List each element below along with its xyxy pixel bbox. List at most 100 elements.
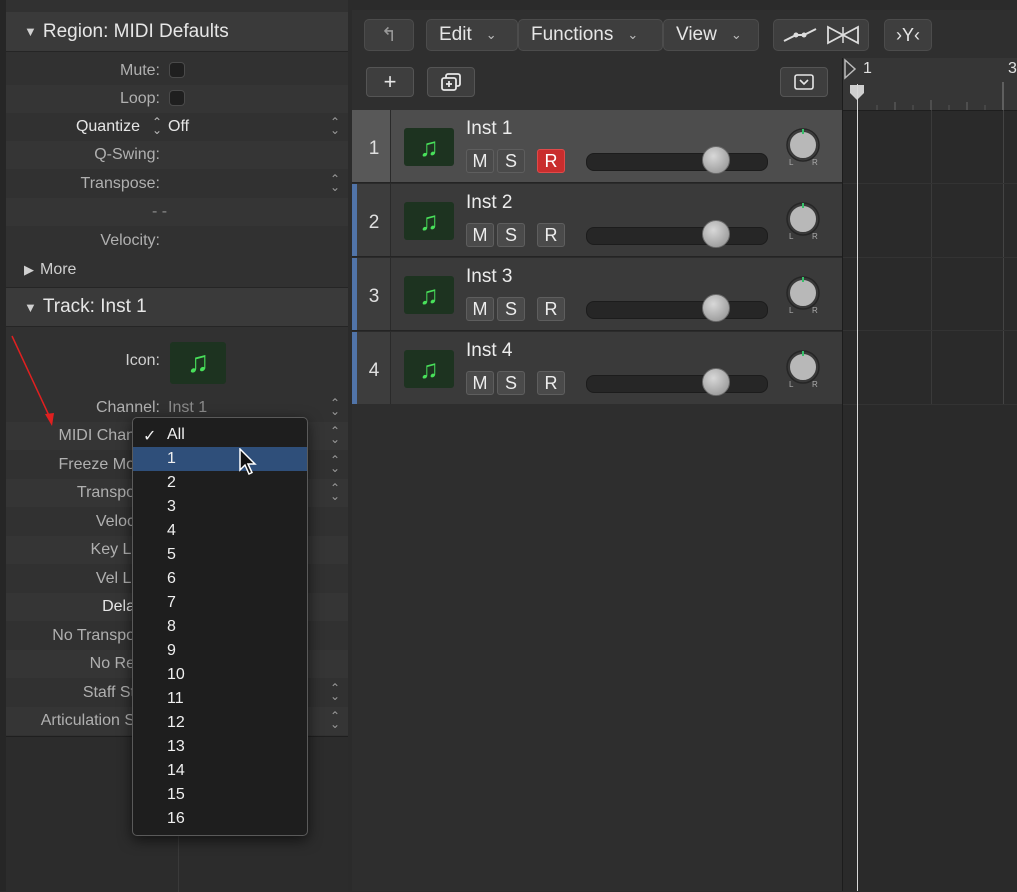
pan-knob[interactable]: LR	[784, 276, 822, 314]
bar-ruler[interactable]: 1 3	[843, 58, 1017, 111]
solo-button[interactable]: S	[497, 371, 525, 395]
record-enable-button[interactable]: R	[537, 223, 565, 247]
track-number-cell[interactable]: 4	[352, 332, 391, 404]
track-row[interactable]: 1 ♫ Inst 1 MSR LR	[352, 110, 842, 183]
playhead[interactable]	[857, 84, 858, 891]
volume-fader-knob[interactable]	[702, 294, 730, 322]
pan-knob[interactable]: LR	[784, 350, 822, 388]
volume-fader-knob[interactable]	[702, 146, 730, 174]
automation-curve-icon[interactable]	[782, 26, 818, 44]
track-name[interactable]: Inst 4	[466, 340, 512, 362]
quantize-value[interactable]: Off	[168, 118, 189, 136]
menu-item-channel-11[interactable]: 11	[133, 687, 307, 711]
menu-item-all[interactable]: ✓ All	[133, 423, 307, 447]
menu-item-channel-4[interactable]: 4	[133, 519, 307, 543]
record-enable-button[interactable]: R	[537, 149, 565, 173]
transpose-stepper-icon[interactable]: ⌃ ⌄	[330, 173, 340, 193]
pan-left-label: L	[789, 158, 794, 166]
volume-fader-knob[interactable]	[702, 220, 730, 248]
mute-button[interactable]: M	[466, 223, 494, 247]
pan-knob[interactable]: LR	[784, 128, 822, 166]
music-note-icon[interactable]: ♫	[404, 128, 454, 166]
track-row[interactable]: 3 ♫ Inst 3 MSR LR	[352, 258, 842, 331]
freeze-mode-popup-icon[interactable]: ⌃ ⌄	[330, 454, 340, 474]
track-name[interactable]: Inst 3	[466, 266, 512, 288]
timeline-area[interactable]: 1 3	[842, 58, 1017, 891]
disclosure-right-icon[interactable]: ▶	[24, 262, 34, 277]
track-row[interactable]: 2 ♫ Inst 2 MSR LR	[352, 184, 842, 257]
solo-button[interactable]: S	[497, 297, 525, 321]
disclosure-triangle-icon[interactable]: ▼	[24, 300, 37, 315]
region-blank-row: - -	[6, 198, 348, 226]
menu-item-channel-2[interactable]: 2	[133, 471, 307, 495]
mute-button[interactable]: M	[466, 297, 494, 321]
edit-menu-button[interactable]: Edit ⌄	[426, 19, 518, 51]
music-note-icon[interactable]: ♫	[404, 202, 454, 240]
menu-item-channel-12[interactable]: 12	[133, 711, 307, 735]
channel-value[interactable]: Inst 1	[168, 399, 207, 417]
duplicate-track-icon[interactable]	[427, 67, 475, 97]
track-name[interactable]: Inst 2	[466, 192, 512, 214]
track-transpose-stepper-icon[interactable]: ⌃ ⌄	[330, 482, 340, 502]
region-more-row[interactable]: ▶ More	[6, 256, 348, 284]
disclosure-triangle-icon[interactable]: ▼	[24, 24, 37, 39]
volume-fader-track[interactable]	[586, 227, 768, 245]
volume-fader-track[interactable]	[586, 153, 768, 171]
track-number-cell[interactable]: 2	[352, 184, 391, 256]
music-note-icon[interactable]: ♫	[170, 342, 226, 384]
view-menu-button[interactable]: View ⌄	[663, 19, 759, 51]
solo-button[interactable]: S	[497, 223, 525, 247]
menu-item-channel-9[interactable]: 9	[133, 639, 307, 663]
tracks-empty-area[interactable]	[352, 404, 842, 891]
add-track-button[interactable]: +	[366, 67, 414, 97]
track-inspector-header[interactable]: ▼ Track: Inst 1	[6, 287, 348, 327]
functions-menu-button[interactable]: Functions ⌄	[518, 19, 663, 51]
playhead-handle-icon[interactable]	[849, 84, 867, 102]
staff-style-popup-icon[interactable]: ⌃ ⌄	[330, 682, 340, 702]
track-name[interactable]: Inst 1	[466, 118, 512, 140]
menu-item-channel-14[interactable]: 14	[133, 759, 307, 783]
menu-item-channel-15[interactable]: 15	[133, 783, 307, 807]
mute-button[interactable]: M	[466, 149, 494, 173]
catch-filter-icon[interactable]: ›Y‹	[884, 19, 932, 51]
pan-knob[interactable]: LR	[784, 202, 822, 240]
menu-item-channel-1[interactable]: 1	[133, 447, 307, 471]
mute-checkbox[interactable]	[169, 62, 185, 78]
flex-hourglass-icon[interactable]	[826, 25, 860, 45]
volume-fader-track[interactable]	[586, 301, 768, 319]
region-inspector-header[interactable]: ▼ Region: MIDI Defaults	[6, 12, 348, 52]
region-qswing-row[interactable]: Q-Swing:	[6, 141, 348, 169]
midi-channel-popup-icon[interactable]: ⌃ ⌄	[330, 425, 340, 445]
track-number-cell[interactable]: 3	[352, 258, 391, 330]
menu-item-channel-10[interactable]: 10	[133, 663, 307, 687]
menu-item-channel-5[interactable]: 5	[133, 543, 307, 567]
menu-item-channel-13[interactable]: 13	[133, 735, 307, 759]
volume-fader-knob[interactable]	[702, 368, 730, 396]
track-number-cell[interactable]: 1	[352, 110, 391, 182]
region-quantize-row[interactable]: Quantize ⌃ ⌄ Off ⌃ ⌄	[6, 113, 348, 141]
track-row[interactable]: 4 ♫ Inst 4 MSR LR	[352, 332, 842, 405]
menu-item-channel-8[interactable]: 8	[133, 615, 307, 639]
region-velocity-row[interactable]: Velocity:	[6, 227, 348, 255]
channel-popup-icon[interactable]: ⌃ ⌄	[330, 397, 340, 417]
region-transpose-row[interactable]: Transpose: ⌃ ⌄	[6, 170, 348, 198]
menu-item-channel-3[interactable]: 3	[133, 495, 307, 519]
record-enable-button[interactable]: R	[537, 371, 565, 395]
music-note-icon[interactable]: ♫	[404, 276, 454, 314]
record-enable-button[interactable]: R	[537, 297, 565, 321]
menu-item-channel-7[interactable]: 7	[133, 591, 307, 615]
mute-button[interactable]: M	[466, 371, 494, 395]
volume-fader-track[interactable]	[586, 375, 768, 393]
menu-item-channel-16[interactable]: 16	[133, 807, 307, 831]
articulation-popup-icon[interactable]: ⌃ ⌄	[330, 710, 340, 730]
solo-button[interactable]: S	[497, 149, 525, 173]
menu-item-channel-6[interactable]: 6	[133, 567, 307, 591]
track-header-menu-icon[interactable]	[780, 67, 828, 97]
music-note-icon[interactable]: ♫	[404, 350, 454, 388]
checkmark-icon: ✓	[143, 428, 157, 445]
quantize-updown-icon[interactable]: ⌃ ⌄	[152, 116, 162, 136]
back-arrow-icon[interactable]: ↰	[364, 19, 414, 51]
loop-checkbox[interactable]	[169, 90, 185, 106]
midi-channel-menu[interactable]: ✓ All 1 2 3 4 5 6 7 8 9 10 11 12 13 14 15…	[132, 417, 308, 836]
quantize-popup-icon[interactable]: ⌃ ⌄	[330, 116, 340, 136]
